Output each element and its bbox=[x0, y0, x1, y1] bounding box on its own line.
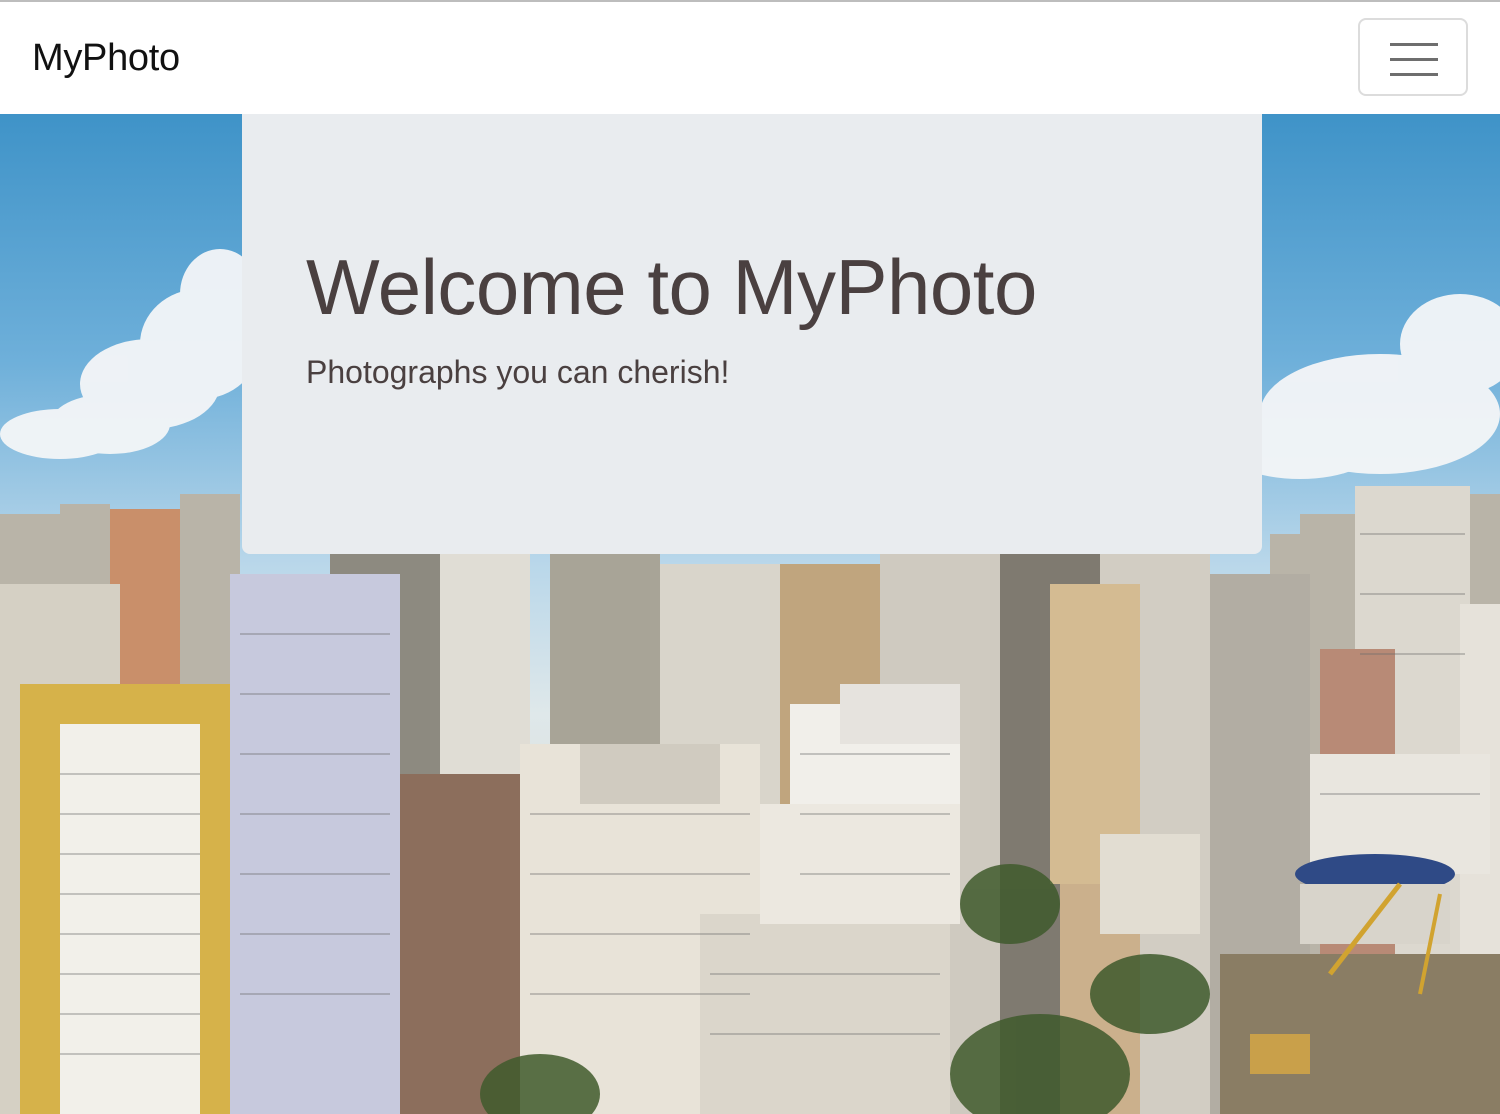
jumbotron-lead: Photographs you can cherish! bbox=[306, 354, 730, 390]
navbar-toggler-button[interactable] bbox=[1358, 18, 1468, 96]
brand-link[interactable]: MyPhoto bbox=[32, 36, 180, 80]
hamburger-menu-icon bbox=[1390, 43, 1438, 76]
navbar: MyPhoto bbox=[0, 2, 1500, 114]
jumbotron: Welcome to MyPhoto Photographs you can c… bbox=[242, 114, 1262, 554]
jumbotron-heading: Welcome to MyPhoto bbox=[306, 243, 1037, 331]
page: MyPhoto Welcome to MyPhoto Photographs y… bbox=[0, 0, 1500, 1114]
